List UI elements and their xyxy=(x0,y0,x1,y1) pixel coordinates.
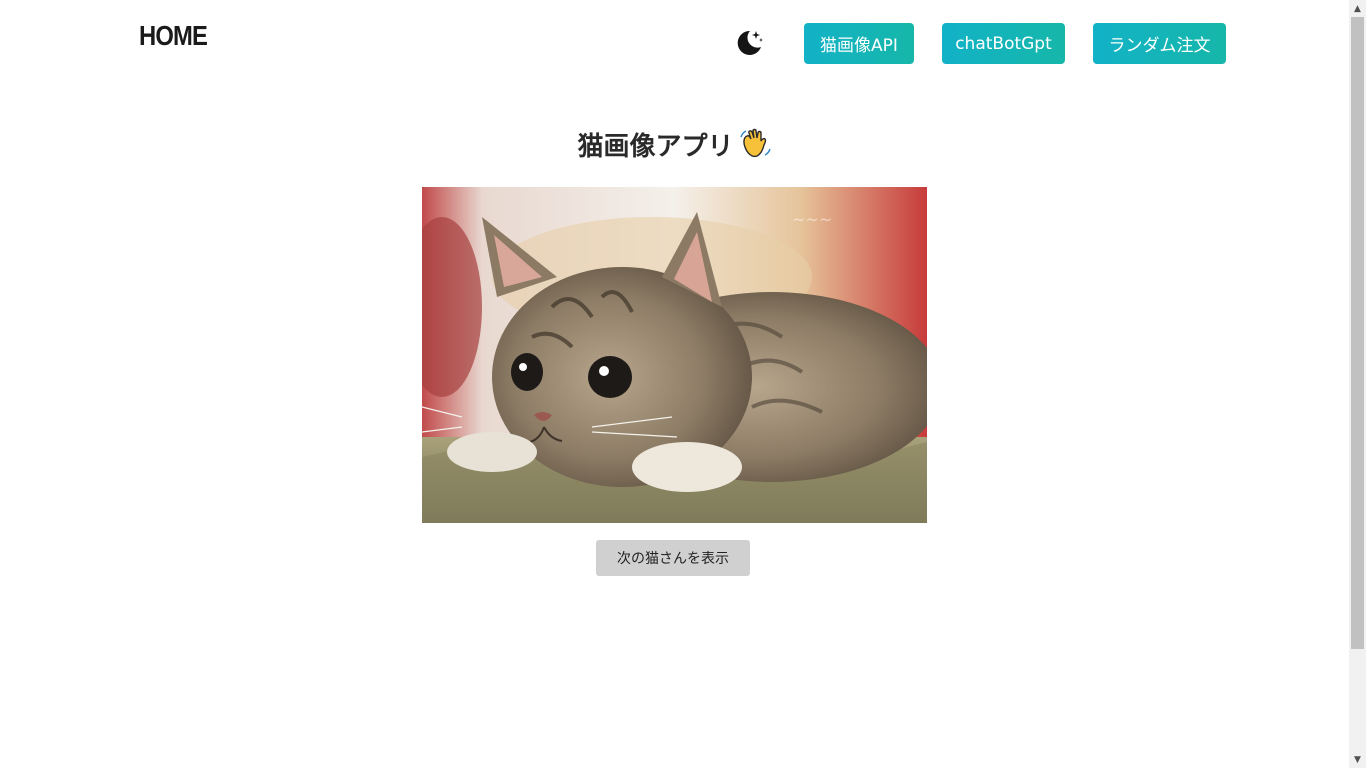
nav-random-order-button[interactable]: ランダム注文 xyxy=(1093,23,1226,64)
arrow-up-icon[interactable]: ▲ xyxy=(1349,0,1366,17)
cat-image: ~~~ xyxy=(422,187,927,523)
page-title-text: 猫画像アプリ xyxy=(577,132,734,162)
svg-text:~~~: ~~~ xyxy=(792,210,832,229)
arrow-down-icon[interactable]: ▼ xyxy=(1349,751,1366,768)
nav-cat-api-button[interactable]: 猫画像API xyxy=(804,23,914,64)
moon-stars-icon[interactable] xyxy=(733,27,765,59)
vertical-scrollbar[interactable]: ▲ ▼ xyxy=(1349,0,1366,768)
home-logo-link[interactable]: HOME xyxy=(139,20,208,52)
page-title: 猫画像アプリ xyxy=(0,126,1349,168)
nav-chatbot-button[interactable]: chatBotGpt xyxy=(942,23,1065,64)
waving-hand-icon xyxy=(738,127,772,168)
page: HOME 猫画像API chatBotGpt ランダム注文 猫画像アプリ ~~~… xyxy=(0,0,1349,768)
next-cat-button[interactable]: 次の猫さんを表示 xyxy=(596,540,750,576)
scrollbar-thumb[interactable] xyxy=(1351,17,1364,649)
